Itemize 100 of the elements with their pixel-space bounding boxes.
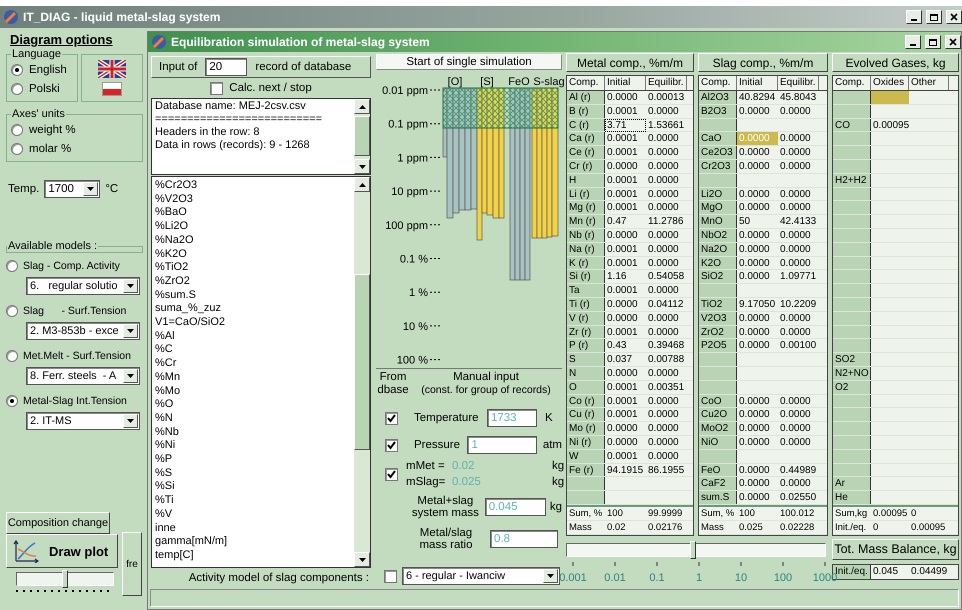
scroll-up-button[interactable] [354,177,370,192]
list-item[interactable]: %Mn [155,370,180,385]
list-item[interactable]: %TiO2 [155,261,188,275]
slider-thumb[interactable] [690,541,696,559]
table-cell-text: 50 [738,215,752,228]
table-cell-text: 0.02176 [647,520,684,534]
minimize-button[interactable] [905,35,921,49]
side-button[interactable]: fre [122,532,142,596]
column-header[interactable]: Comp. [699,76,737,90]
radio-button[interactable] [11,64,23,76]
list-item[interactable]: %Ni [155,439,176,454]
list-item[interactable]: %Cr [155,357,176,371]
list-item[interactable]: %N [155,412,173,426]
list-item[interactable]: temp[C] [155,548,194,563]
radio-button[interactable] [11,142,23,154]
list-item[interactable]: V1=CaO/SiO2 [155,316,226,330]
list-item[interactable]: %Al [155,330,175,344]
scrollbar[interactable] [354,177,370,567]
radio-button[interactable] [6,350,18,362]
list-item[interactable]: %Ti [155,494,174,508]
list-item[interactable]: %P [155,453,172,467]
column-header[interactable]: Other [909,76,949,90]
model-dropdown[interactable]: 2. M3-853b - exce [26,322,140,340]
list-item[interactable]: inne [155,522,176,536]
table-cell-text: 0.47 [606,215,628,228]
panel-header-button[interactable]: Metal comp., %m/m [566,53,694,72]
column-header[interactable]: Initial [605,76,646,90]
checkbox[interactable] [384,468,398,480]
slider-track[interactable] [566,543,826,557]
unit-label: °C [105,183,118,195]
dropdown-button[interactable] [83,182,98,196]
row-label: S [568,353,577,366]
scrollbar[interactable] [354,99,370,174]
list-item[interactable]: %O [155,398,174,412]
model-dropdown[interactable]: 6. regular solutio [26,277,140,295]
column-header[interactable]: Initial [737,76,778,90]
radio-button[interactable] [6,394,18,406]
maximize-button[interactable] [925,35,941,49]
dropdown-button[interactable] [543,569,558,583]
column-header[interactable]: Equilibr. [778,76,819,90]
scroll-down-button[interactable] [354,159,370,174]
scroll-thumb[interactable] [354,274,370,450]
radio-button[interactable] [6,304,18,316]
scroll-up-button[interactable] [354,99,370,114]
column-header[interactable]: Comp. [567,76,605,90]
radio-button[interactable] [11,82,23,94]
model-dropdown[interactable]: 8. Ferr. steels - A [26,367,140,385]
panel-header-button[interactable]: Evolved Gases, kg [832,53,959,72]
column-header[interactable]: Equilibr. [646,76,687,90]
checkbox[interactable] [384,438,398,452]
temperature-dropdown[interactable]: 1700 [44,180,100,198]
list-item[interactable]: %Cr2O3 [155,179,198,193]
list-item[interactable]: %V2O3 [155,192,193,206]
list-item[interactable]: suma_%_zuz [155,302,222,316]
activity-model-dropdown[interactable]: 6 - regular - Iwanciw [402,567,560,585]
dropdown-button[interactable] [123,369,138,383]
radio-button[interactable] [11,124,23,136]
composition-change-button[interactable]: Composition change [6,512,110,534]
list-item[interactable]: %Si [155,480,175,494]
start-simulation-button[interactable]: Start of single simulation [376,54,562,70]
slider-thumb[interactable] [62,570,68,588]
list-item[interactable]: %K2O [155,248,187,262]
model-dropdown[interactable]: 2. IT-MS [26,412,140,430]
list-item[interactable]: %sum.S [155,288,196,302]
close-button[interactable] [946,10,962,24]
table-cell-text: 0.0000 [779,408,812,422]
table-cell-text: 0.0000 [779,104,812,118]
panel-header-button[interactable]: Slag comp., %m/m [698,53,828,72]
scroll-thumb[interactable] [354,116,370,156]
radio-button[interactable] [6,260,18,272]
close-button[interactable] [945,35,961,49]
column-header[interactable]: Oxides [871,76,909,90]
dropdown-button[interactable] [123,414,138,428]
checkbox[interactable] [210,82,224,94]
scroll-down-button[interactable] [354,552,370,567]
minimize-button[interactable] [906,10,922,24]
list-item[interactable]: %Mo [155,384,180,398]
draw-plot-button[interactable]: Draw plot [6,534,118,568]
list-item[interactable]: %Nb [155,426,179,440]
list-item[interactable]: gamma[mN/m] [155,535,228,549]
list-item[interactable]: %V [155,508,172,522]
list-item[interactable]: %C [155,343,173,358]
record-number-field[interactable]: 20 [205,58,248,76]
column-header[interactable]: Comp. [833,76,871,90]
list-item[interactable]: %Na2O [155,234,194,248]
dropdown-button[interactable] [123,324,138,338]
list-item[interactable]: %S [155,466,172,480]
table-cell-text: 0.0000 [779,228,812,242]
panel-header-button[interactable]: Tot. Mass Balance, kg [832,538,959,560]
list-item[interactable]: %Li2O [155,220,188,234]
maximize-button[interactable] [926,10,942,24]
checkbox[interactable] [384,412,398,424]
table-cell-text: 0.0000 [606,228,639,242]
table-cell-text: 0.00351 [647,380,686,394]
slider-track[interactable] [16,572,114,586]
checkbox[interactable] [384,570,397,582]
dropdown-button[interactable] [123,279,138,293]
field-label: Metal+slag system mass [410,495,480,519]
list-item[interactable]: %ZrO2 [155,274,190,289]
list-item[interactable]: %BaO [155,206,187,220]
